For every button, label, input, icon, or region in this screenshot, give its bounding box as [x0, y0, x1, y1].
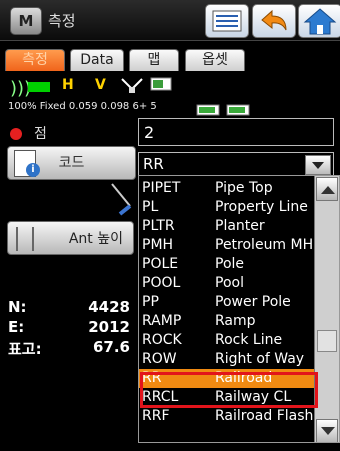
status-v: V [95, 77, 106, 93]
list-item[interactable]: ROW Right of Way [139, 350, 317, 369]
back-button[interactable] [252, 4, 296, 38]
tab-map[interactable]: 맵 [129, 49, 179, 71]
chevron-down-icon[interactable] [305, 155, 331, 175]
scroll-thumb[interactable] [317, 330, 337, 352]
document-info-icon [14, 150, 40, 177]
tab-bar: 측정 Data 맵 옵셋 [0, 40, 340, 71]
window-title: 측정 [48, 12, 76, 30]
red-dot-icon [10, 128, 22, 140]
elevation-label: 표고: [8, 340, 42, 358]
tab-data[interactable]: Data [70, 49, 124, 71]
list-item[interactable]: PP Power Pole [139, 293, 317, 312]
title-bar: M 측정 [0, 0, 340, 41]
list-button[interactable] [205, 4, 249, 38]
code-select[interactable]: RR [138, 152, 334, 176]
easting-value: 2012 [88, 318, 130, 336]
pole-icon [111, 183, 132, 216]
home-button[interactable] [298, 4, 340, 38]
battery-bar [28, 82, 50, 92]
status-h: H [62, 77, 74, 93]
point-name-input[interactable]: 2 [138, 118, 334, 146]
easting-label: E: [8, 318, 25, 336]
elevation-value: 67.6 [92, 338, 130, 356]
list-item[interactable]: PLTR Planter [139, 217, 317, 236]
app-menu-icon[interactable]: M [10, 7, 42, 35]
northing-label: N: [8, 298, 27, 316]
list-item[interactable]: PIPET Pipe Top [139, 179, 317, 198]
gnss-status: ))) H V 100% Fixed 0.059 0.098 6+ 5 [0, 72, 340, 120]
list-item[interactable]: ROCK Rock Line [139, 331, 317, 350]
antenna-height-icon [16, 227, 34, 251]
list-item[interactable]: RRF Railroad Flash [139, 407, 317, 426]
code-button[interactable]: 코드 [7, 146, 136, 180]
list-item[interactable]: POOL Pool [139, 274, 317, 293]
scroll-down-icon[interactable] [316, 419, 338, 442]
list-item[interactable]: PMH Petroleum MH [139, 236, 317, 255]
antenna-height-button[interactable]: Ant 높이 [7, 221, 134, 255]
northing-value: 4428 [88, 298, 130, 316]
scroll-up-icon[interactable] [316, 177, 338, 201]
device-battery-icon [196, 104, 220, 116]
tab-offset[interactable]: 옵셋 [185, 49, 245, 71]
home-icon [303, 8, 337, 35]
list-item[interactable]: POLE Pole [139, 255, 317, 274]
highlight-box [140, 372, 318, 408]
list-item[interactable]: PL Property Line [139, 198, 317, 217]
receiver-battery-icon [226, 104, 250, 116]
point-label: 점 [10, 123, 47, 143]
code-select-value: RR [143, 155, 164, 173]
radio-icon [150, 77, 172, 91]
list-icon [212, 10, 242, 32]
tab-measure[interactable]: 측정 [5, 49, 65, 71]
satellite-icon [121, 78, 143, 93]
back-arrow-icon [261, 9, 287, 31]
list-item[interactable]: RAMP Ramp [139, 312, 317, 331]
fix-status-text: 100% Fixed 0.059 0.098 6+ 5 [8, 101, 157, 112]
